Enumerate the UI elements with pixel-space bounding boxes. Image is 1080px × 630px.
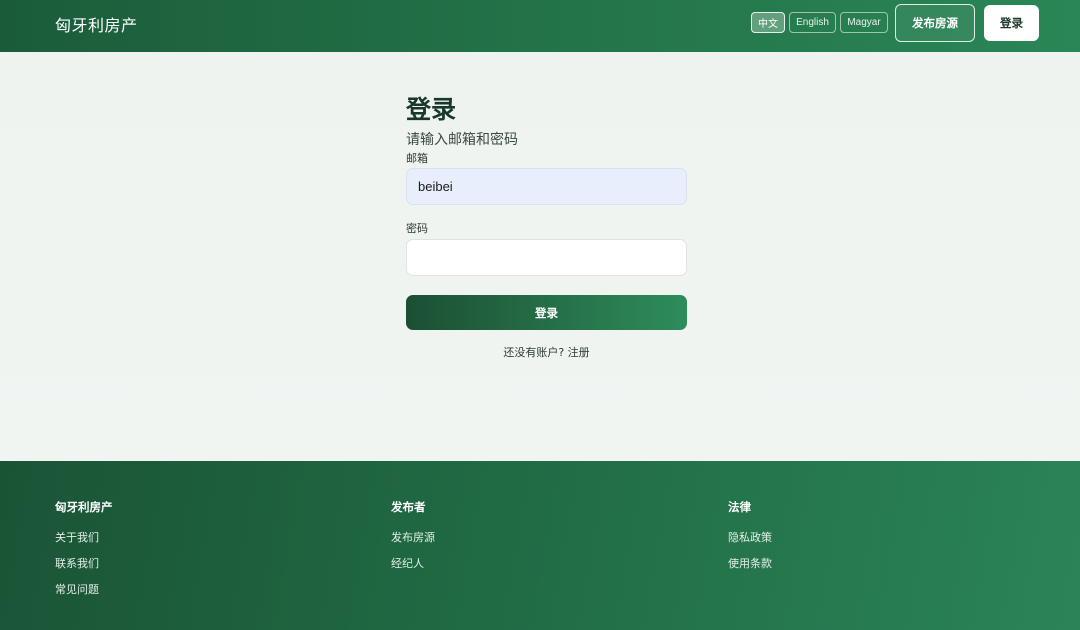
footer-heading: 法律 <box>728 500 751 514</box>
footer-heading: 匈牙利房产 <box>55 500 113 514</box>
footer-link-faq[interactable]: 常见问题 <box>55 582 113 608</box>
footer-column-legal: 法律 隐私政策 使用条款 <box>728 499 772 582</box>
page-title: 登录 <box>406 95 457 124</box>
password-label: 密码 <box>406 222 428 235</box>
footer-link-contact[interactable]: 联系我们 <box>55 556 113 582</box>
footer-link-agents[interactable]: 经纪人 <box>391 556 435 582</box>
footer-link-terms[interactable]: 使用条款 <box>728 556 772 582</box>
top-navbar: 匈牙利房产 中文 English Magyar 发布房源 登录 <box>0 0 1080 52</box>
footer-link-publish[interactable]: 发布房源 <box>391 530 435 556</box>
no-account-text: 还没有账户? <box>503 346 565 359</box>
footer-link-privacy[interactable]: 隐私政策 <box>728 530 772 556</box>
form-subtitle: 请输入邮箱和密码 <box>406 132 518 148</box>
lang-button-en[interactable]: English <box>789 12 836 33</box>
email-field[interactable]: beibei <box>406 168 687 205</box>
lang-button-zh[interactable]: 中文 <box>751 12 785 33</box>
register-prompt: 还没有账户? 注册 <box>406 344 687 360</box>
header-login-button[interactable]: 登录 <box>984 5 1039 41</box>
password-field[interactable] <box>406 239 687 276</box>
login-submit-button[interactable]: 登录 <box>406 295 687 330</box>
login-section: 登录 请输入邮箱和密码 邮箱 beibei 密码 登录 还没有账户? 注册 <box>0 52 1080 461</box>
lang-button-hu[interactable]: Magyar <box>840 12 888 33</box>
footer-column-publishers: 发布者 发布房源 经纪人 <box>391 499 435 582</box>
footer-heading: 发布者 <box>391 500 426 514</box>
brand-logo[interactable]: 匈牙利房产 <box>55 12 138 36</box>
site-footer: 匈牙利房产 关于我们 联系我们 常见问题 发布者 发布房源 经纪人 法律 隐私政… <box>0 461 1080 630</box>
footer-column-company: 匈牙利房产 关于我们 联系我们 常见问题 <box>55 499 113 608</box>
language-switcher: 中文 English Magyar <box>751 12 888 33</box>
register-link[interactable]: 注册 <box>568 346 590 359</box>
publish-listing-button[interactable]: 发布房源 <box>895 4 975 42</box>
email-label: 邮箱 <box>406 152 428 165</box>
footer-link-about[interactable]: 关于我们 <box>55 530 113 556</box>
